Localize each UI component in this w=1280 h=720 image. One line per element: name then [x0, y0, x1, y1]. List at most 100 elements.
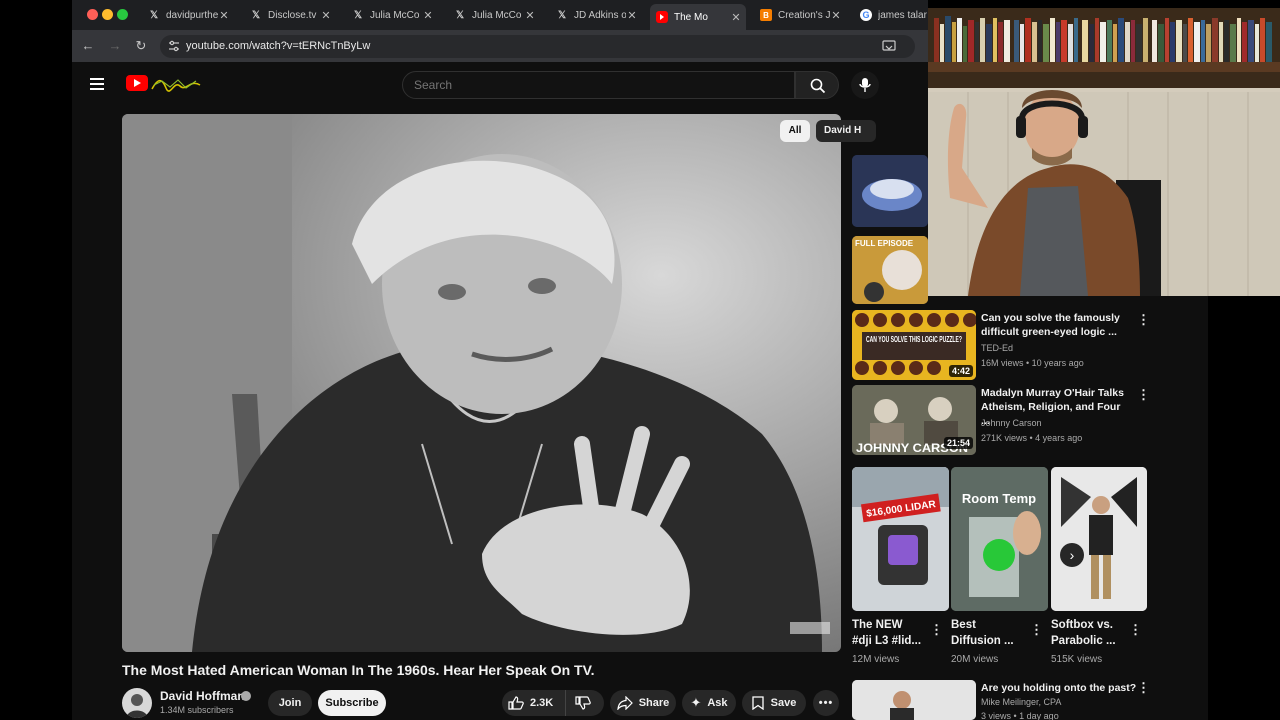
tab-label: Disclose.tv [268, 9, 317, 21]
tab-label: davidpurthe [166, 9, 218, 21]
x-icon: 𝕏 [251, 9, 261, 21]
tab-close-icon[interactable]: ✕ [422, 9, 434, 22]
tab-bar: 𝕏 davidpurthe ✕ 𝕏 Disclose.tv ✕ 𝕏 Julia … [72, 0, 928, 30]
thumbs-down-icon [575, 696, 591, 710]
x-icon: 𝕏 [149, 9, 159, 21]
voice-search-button[interactable] [851, 71, 879, 99]
more-vertical-icon[interactable]: ⋮ [1129, 623, 1142, 637]
youtube-doodle-logo[interactable] [150, 76, 202, 92]
google-icon: G [860, 9, 872, 21]
bookmark-icon [751, 696, 764, 710]
short-views: 515K views [1051, 654, 1103, 665]
more-vertical-icon[interactable]: ⋮ [1137, 681, 1150, 695]
more-vertical-icon[interactable]: ⋮ [1137, 388, 1150, 402]
browser-tab[interactable]: 𝕏 Julia McCo ✕ [346, 4, 438, 26]
back-arrow-icon[interactable]: ← [80, 38, 96, 54]
tab-close-icon[interactable]: ✕ [524, 9, 536, 22]
site-settings-icon[interactable] [168, 40, 180, 52]
youtube-icon [656, 11, 668, 23]
short-title[interactable]: Best Diffusion ... [951, 617, 1023, 649]
subscribe-label: Subscribe [325, 697, 379, 709]
subscribe-button[interactable]: Subscribe [318, 690, 386, 716]
search-input[interactable] [414, 78, 774, 92]
blogger-icon: B [760, 9, 772, 21]
close-window-button[interactable] [87, 9, 98, 20]
forward-arrow-icon[interactable]: → [107, 38, 123, 54]
search-button[interactable] [795, 71, 839, 99]
channel-avatar[interactable] [122, 688, 152, 718]
more-actions-button[interactable]: ••• [813, 690, 839, 716]
youtube-logo[interactable] [126, 75, 148, 91]
video-player[interactable] [122, 114, 841, 652]
screen: 𝕏 davidpurthe ✕ 𝕏 Disclose.tv ✕ 𝕏 Julia … [0, 0, 1280, 720]
minimize-window-button[interactable] [102, 9, 113, 20]
browser-tab-active[interactable]: The Mo ✕ [650, 4, 746, 30]
search-icon [810, 78, 826, 94]
browser-tab[interactable]: G james talar [854, 4, 928, 26]
tab-label: james talar [878, 9, 927, 21]
recommendation-thumbnail[interactable] [852, 680, 976, 720]
recommendation-thumbnail[interactable] [852, 155, 928, 227]
tab-close-icon[interactable]: ✕ [830, 9, 842, 22]
maximize-window-button[interactable] [117, 9, 128, 20]
video-duration: 21:54 [943, 437, 973, 449]
browser-tab[interactable]: B Creation's J ✕ [754, 4, 846, 26]
more-horizontal-icon: ••• [818, 697, 834, 709]
thumbnail-text: Room Temp [962, 491, 1036, 506]
short-views: 12M views [852, 654, 900, 665]
thumbs-up-icon [508, 696, 524, 710]
recommendation-meta: 271K views • 4 years ago [981, 433, 1083, 443]
recommendation-thumbnail[interactable]: JOHNNY CARSON 21:54 [852, 385, 976, 455]
more-vertical-icon[interactable]: ⋮ [1030, 623, 1043, 637]
like-button[interactable]: 2.3K [508, 690, 566, 716]
recommendation-title[interactable]: Are you holding onto the past? [981, 681, 1141, 695]
recommendation-title[interactable]: Can you solve the famously difficult gre… [981, 311, 1131, 339]
verified-badge-icon [241, 691, 251, 701]
channel-name[interactable]: David Hoffman [160, 689, 245, 703]
short-thumbnail[interactable] [1051, 467, 1147, 611]
hamburger-menu-icon[interactable] [90, 78, 104, 90]
tab-close-icon[interactable]: ✕ [730, 11, 742, 24]
webcam-overlay [928, 8, 1280, 296]
short-title[interactable]: The NEW #dji L3 #lid... [852, 617, 924, 649]
tab-close-icon[interactable]: ✕ [320, 9, 332, 22]
short-thumbnail[interactable]: $16,000 LIDAR [852, 467, 949, 611]
browser-tab[interactable]: 𝕏 Julia McCo ✕ [448, 4, 540, 26]
join-button[interactable]: Join [268, 690, 312, 716]
recommendation-channel[interactable]: Mike Meilinger, CPA [981, 697, 1061, 707]
webcam-image [928, 8, 1280, 296]
share-button[interactable]: Share [610, 690, 676, 716]
chip-david-hoffman[interactable]: David H [816, 120, 876, 142]
address-bar[interactable]: youtube.com/watch?v=tERNcTnByLw [160, 35, 915, 58]
recommendation-meta: 3 views • 1 day ago [981, 711, 1059, 720]
browser-tab[interactable]: 𝕏 JD Adkins o ✕ [550, 4, 642, 26]
short-title[interactable]: Softbox vs. Parabolic ... [1051, 617, 1127, 649]
recommendation-channel[interactable]: TED-Ed [981, 343, 1013, 353]
search-box[interactable] [402, 71, 795, 99]
browser-window: 𝕏 davidpurthe ✕ 𝕏 Disclose.tv ✕ 𝕏 Julia … [72, 0, 928, 720]
ask-button[interactable]: ✦ Ask [682, 690, 736, 716]
sparkle-icon: ✦ [690, 695, 702, 710]
recommendation-channel[interactable]: Johnny Carson [981, 418, 1042, 428]
dislike-button[interactable] [566, 690, 600, 716]
tab-label: JD Adkins o [574, 9, 626, 21]
cast-icon[interactable] [882, 40, 896, 52]
recommendation-thumbnail[interactable]: FULL EPISODE [852, 236, 928, 304]
tab-close-icon[interactable]: ✕ [626, 9, 638, 22]
recommendation-thumbnail[interactable]: CAN YOU SOLVE THIS LOGIC PUZZLE? 4:42 [852, 310, 976, 380]
reload-icon[interactable]: ↻ [133, 38, 149, 54]
browser-tab[interactable]: 𝕏 davidpurthe ✕ [142, 4, 234, 26]
tab-close-icon[interactable]: ✕ [218, 9, 230, 22]
microphone-icon [859, 78, 871, 92]
tab-label: Julia McCo [472, 9, 522, 21]
more-vertical-icon[interactable]: ⋮ [930, 623, 943, 637]
browser-tab[interactable]: 𝕏 Disclose.tv ✕ [244, 4, 336, 26]
save-button[interactable]: Save [742, 690, 806, 716]
chip-all[interactable]: All [780, 120, 810, 142]
more-vertical-icon[interactable]: ⋮ [1137, 313, 1150, 327]
thumbnail-image [1051, 467, 1147, 611]
short-thumbnail[interactable]: Room Temp [951, 467, 1048, 611]
x-icon: 𝕏 [353, 9, 363, 21]
chevron-right-icon[interactable]: › [1060, 543, 1084, 567]
video-duration: 4:42 [948, 365, 973, 377]
